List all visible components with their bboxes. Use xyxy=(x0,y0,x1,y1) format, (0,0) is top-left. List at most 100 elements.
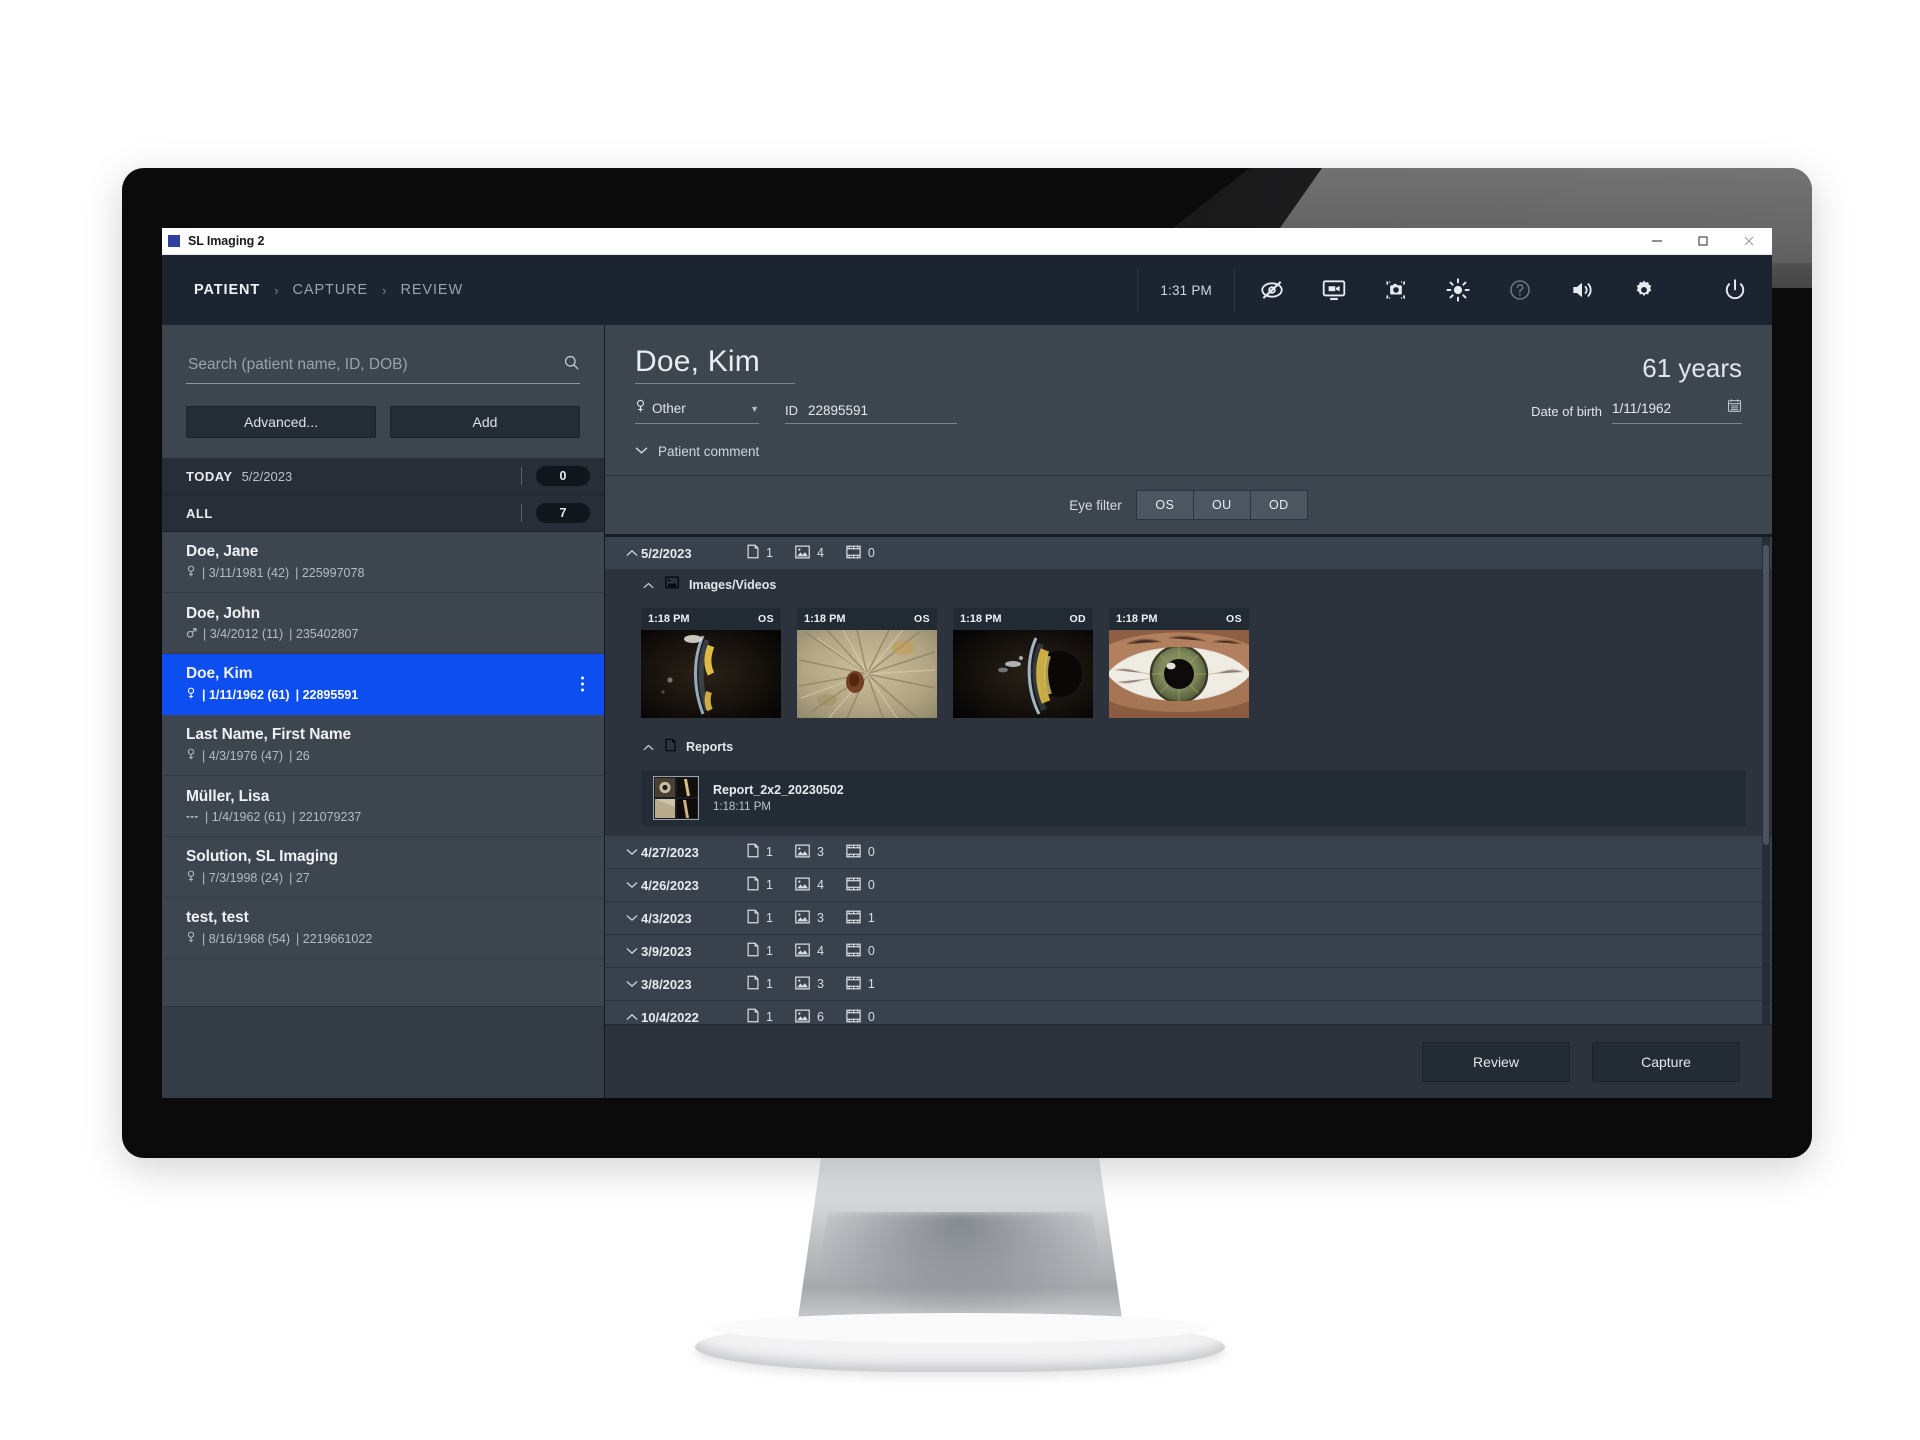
breadcrumb-review[interactable]: REVIEW xyxy=(400,282,463,298)
window-titlebar: SL Imaging 2 xyxy=(162,228,1772,255)
patient-list-item-meta: | 7/3/1998 (24) | 27 xyxy=(186,870,586,886)
study-header-collapsed[interactable]: 3/9/2023 1 4 0 xyxy=(605,935,1772,968)
report-icon xyxy=(747,876,759,894)
patient-list-item-meta: | 8/16/1968 (54) | 2219661022 xyxy=(186,931,586,947)
camera-capture-icon[interactable] xyxy=(1365,255,1427,325)
patient-list-item[interactable]: test, test | 8/16/1968 (54) | 2219661022 xyxy=(162,898,604,959)
chevron-up-icon[interactable] xyxy=(641,582,655,589)
image-icon xyxy=(795,877,810,894)
patient-id-field[interactable]: ID 22895591 xyxy=(785,403,957,424)
gender-select[interactable]: Other ▼ xyxy=(635,399,759,424)
dob-value: 1/11/1962 xyxy=(1612,400,1672,416)
search-input[interactable] xyxy=(186,355,555,375)
image-thumbnail[interactable]: 1:18 PM OS xyxy=(797,608,937,718)
patient-list-item-name: Müller, Lisa xyxy=(186,787,270,805)
report-item[interactable]: Report_2x2_20230502 1:18:11 PM xyxy=(641,770,1746,826)
patient-list-item[interactable]: Müller, Lisa | 1/4/1962 (61) | 221079237 xyxy=(162,776,604,837)
monitor-video-icon[interactable] xyxy=(1303,255,1365,325)
minimize-icon[interactable] xyxy=(1634,228,1680,254)
images-section-header[interactable]: Images/Videos xyxy=(605,570,1772,600)
study-header-collapsed[interactable]: 4/26/2023 1 4 0 xyxy=(605,869,1772,902)
breadcrumb-patient[interactable]: PATIENT xyxy=(194,282,260,298)
settings-gear-icon[interactable] xyxy=(1613,255,1675,325)
study-header-collapsed[interactable]: 4/27/2023 1 3 0 xyxy=(605,836,1772,869)
close-icon[interactable] xyxy=(1726,228,1772,254)
patient-list-item[interactable]: Doe, Kim | 1/11/1962 (61) | 22895591 xyxy=(162,654,604,715)
chevron-down-icon[interactable] xyxy=(623,980,641,988)
reports-count-value: 1 xyxy=(766,878,773,892)
advanced-search-button[interactable]: Advanced... xyxy=(186,406,376,438)
videos-count-value: 0 xyxy=(867,845,875,859)
thumbnail-image[interactable] xyxy=(641,630,781,718)
reports-count: 1 xyxy=(747,1008,773,1024)
group-count-all: 7 xyxy=(536,503,590,523)
chevron-up-icon[interactable] xyxy=(623,549,641,557)
chevron-down-icon[interactable] xyxy=(623,881,641,889)
patient-options-icon[interactable] xyxy=(581,676,584,692)
eye-filter-ou[interactable]: OU xyxy=(1193,490,1251,520)
reports-count-value: 1 xyxy=(766,944,773,958)
brightness-icon[interactable] xyxy=(1427,255,1489,325)
scrollbar-thumb[interactable] xyxy=(1763,545,1769,845)
patient-list-item[interactable]: Solution, SL Imaging | 7/3/1998 (24) | 27 xyxy=(162,837,604,898)
patient-age: 61 years xyxy=(1642,353,1742,383)
dob-field[interactable]: 1/11/1962 xyxy=(1612,398,1742,424)
study-counts: 1 6 0 xyxy=(747,1008,875,1024)
help-icon[interactable] xyxy=(1489,255,1551,325)
group-divider xyxy=(521,467,522,485)
patient-list-item[interactable]: Doe, John | 3/4/2012 (11) | 235402807 xyxy=(162,593,604,654)
search-icon[interactable] xyxy=(563,354,580,376)
reports-count-value: 1 xyxy=(766,977,773,991)
patient-name-field[interactable]: Doe, Kim xyxy=(635,347,795,384)
thumbnail-image[interactable] xyxy=(1109,630,1249,718)
calendar-icon[interactable] xyxy=(1727,398,1742,418)
thumbnail-image[interactable] xyxy=(797,630,937,718)
eye-slash-icon[interactable] xyxy=(1241,255,1303,325)
image-thumbnail[interactable]: 1:18 PM OS xyxy=(1109,608,1249,718)
image-icon xyxy=(795,545,810,562)
search-box[interactable] xyxy=(186,347,580,384)
maximize-icon[interactable] xyxy=(1680,228,1726,254)
patient-comment-toggle[interactable]: Patient comment xyxy=(635,424,1742,475)
study-header-collapsed[interactable]: 4/3/2023 1 3 1 xyxy=(605,902,1772,935)
chevron-up-icon[interactable] xyxy=(641,744,655,751)
reports-section-header[interactable]: Reports xyxy=(605,732,1772,762)
patient-list-item[interactable]: Last Name, First Name | 4/3/1976 (47) | 26 xyxy=(162,715,604,776)
study-header-collapsed[interactable]: 10/4/2022 1 6 0 xyxy=(605,1001,1772,1024)
images-count: 3 xyxy=(795,976,824,993)
studies-list: 5/2/2023 1 4 0 Images/Videos 1:18 PM OS … xyxy=(605,534,1772,1024)
thumbnail-time: 1:18 PM xyxy=(804,613,846,625)
patient-list-item[interactable]: Doe, Jane | 3/11/1981 (42) | 225997078 xyxy=(162,532,604,593)
image-thumbnail[interactable]: 1:18 PM OS xyxy=(641,608,781,718)
image-thumbnail[interactable]: 1:18 PM OD xyxy=(953,608,1093,718)
patient-list-item-name: Doe, Jane xyxy=(186,543,259,560)
chevron-down-icon[interactable] xyxy=(623,848,641,856)
power-icon[interactable] xyxy=(1704,255,1766,325)
collapsed-studies: 4/27/2023 1 3 0 4/26/2023 1 4 0 4/3/2023 1 3 1 3/9/2… xyxy=(605,836,1772,1024)
reports-count: 1 xyxy=(747,876,773,894)
images-count-value: 4 xyxy=(816,944,824,958)
study-header-expanded[interactable]: 5/2/2023 1 4 0 xyxy=(605,537,1772,570)
breadcrumb-capture[interactable]: CAPTURE xyxy=(293,282,369,298)
eye-filter-os[interactable]: OS xyxy=(1135,490,1194,520)
chevron-down-icon[interactable] xyxy=(623,947,641,955)
images-count-value: 3 xyxy=(816,977,824,991)
review-button[interactable]: Review xyxy=(1422,1042,1570,1082)
capture-button[interactable]: Capture xyxy=(1592,1042,1740,1082)
eye-filter-od[interactable]: OD xyxy=(1250,490,1308,520)
patient-list: Doe, Jane | 3/11/1981 (42) | 225997078 Doe,… xyxy=(162,532,604,1006)
gender-icon xyxy=(186,627,197,642)
thumbnail-image[interactable] xyxy=(953,630,1093,718)
chevron-up-icon[interactable] xyxy=(623,1013,641,1021)
group-header-all[interactable]: ALL 7 xyxy=(162,495,604,532)
chevron-down-icon[interactable] xyxy=(623,914,641,922)
reports-count: 1 xyxy=(747,942,773,960)
studies-scrollbar[interactable] xyxy=(1762,537,1770,1024)
study-header-collapsed[interactable]: 3/8/2023 1 3 1 xyxy=(605,968,1772,1001)
study-counts: 1 4 0 xyxy=(747,942,875,960)
volume-icon[interactable] xyxy=(1551,255,1613,325)
chevron-down-icon[interactable]: ▼ xyxy=(750,404,759,414)
group-header-today[interactable]: TODAY 5/2/2023 0 xyxy=(162,458,604,495)
add-patient-button[interactable]: Add xyxy=(390,406,580,438)
patient-list-item-name: Doe, Kim xyxy=(186,665,253,682)
